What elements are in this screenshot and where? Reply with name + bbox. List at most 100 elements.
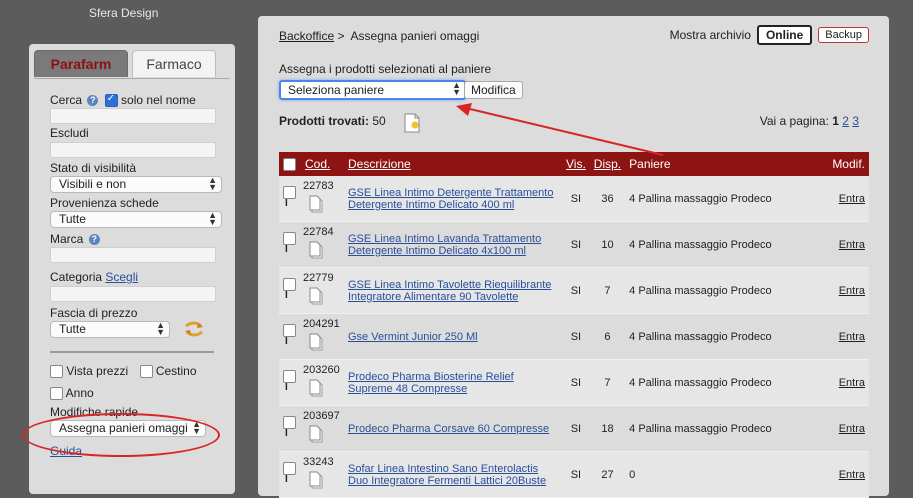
stato-label: Stato di visibilità bbox=[50, 161, 137, 175]
row-checkbox[interactable] bbox=[283, 231, 296, 245]
new-document-icon[interactable] bbox=[403, 113, 421, 133]
product-link[interactable]: GSE Linea Intimo Tavolette Riequilibrant… bbox=[348, 279, 551, 303]
marca-input[interactable] bbox=[50, 247, 216, 263]
categoria-input[interactable] bbox=[50, 286, 216, 302]
cestino-checkbox[interactable] bbox=[139, 365, 153, 379]
disp-cell: 7 bbox=[589, 267, 626, 314]
col-disp[interactable]: Disp. bbox=[589, 152, 626, 176]
fascia-select[interactable]: Tutte ▲ ▼ bbox=[50, 321, 170, 338]
row-select-cell: I bbox=[279, 313, 301, 360]
modif-cell: Entra bbox=[803, 267, 869, 314]
cestino-label: Cestino bbox=[155, 364, 197, 378]
cod-cell: 204291 bbox=[301, 313, 344, 360]
solo-nome-checkbox[interactable] bbox=[104, 93, 118, 108]
breadcrumb-sep: > bbox=[337, 29, 345, 43]
modifica-button[interactable]: Modifica bbox=[464, 81, 523, 99]
mostra-archivio-label: Mostra archivio bbox=[669, 28, 751, 42]
product-link[interactable]: GSE Linea Intimo Lavanda Trattamento Det… bbox=[348, 233, 541, 257]
entra-link[interactable]: Entra bbox=[839, 423, 865, 435]
modif-cell: Entra bbox=[803, 405, 869, 452]
document-icon[interactable] bbox=[309, 471, 323, 489]
product-link[interactable]: Prodeco Pharma Biosterine Relief Supreme… bbox=[348, 371, 514, 395]
document-icon[interactable] bbox=[309, 241, 323, 259]
anno-checkbox[interactable] bbox=[50, 387, 63, 401]
page-link[interactable]: 3 bbox=[852, 114, 859, 128]
vista-prezzi-checkbox[interactable] bbox=[50, 365, 63, 379]
cod-cell: 22779 bbox=[301, 267, 344, 314]
entra-link[interactable]: Entra bbox=[839, 331, 865, 343]
description-cell: GSE Linea Intimo Tavolette Riequilibrant… bbox=[344, 267, 562, 314]
disp-cell: 36 bbox=[589, 176, 626, 222]
row-checkbox[interactable] bbox=[283, 323, 296, 337]
entra-link[interactable]: Entra bbox=[839, 469, 865, 481]
paniere-select[interactable]: Seleziona paniere ▲ ▼ bbox=[279, 80, 466, 100]
vis-cell: SI bbox=[562, 451, 590, 498]
text-cursor-icon: I bbox=[285, 473, 288, 485]
archive-controls: Mostra archivio Online Backup bbox=[670, 25, 869, 45]
tab-parafarm[interactable]: Parafarm bbox=[34, 50, 128, 77]
select-arrows-icon: ▲ ▼ bbox=[208, 175, 217, 192]
entra-link[interactable]: Entra bbox=[839, 377, 865, 389]
page-current: 1 bbox=[832, 114, 839, 128]
provenienza-select[interactable]: Tutte ▲ ▼ bbox=[50, 211, 222, 228]
vis-cell: SI bbox=[562, 359, 590, 406]
entra-link[interactable]: Entra bbox=[839, 285, 865, 297]
paniere-select-value: Seleziona paniere bbox=[288, 83, 385, 97]
product-code: 33243 bbox=[303, 456, 334, 468]
escludi-input[interactable] bbox=[50, 142, 216, 158]
product-link[interactable]: Prodeco Pharma Corsave 60 Compresse bbox=[348, 423, 549, 435]
marca-label: Marca bbox=[50, 232, 84, 246]
fascia-label: Fascia di prezzo bbox=[50, 306, 138, 320]
modif-cell: Entra bbox=[803, 313, 869, 360]
product-link[interactable]: Sofar Linea Intestino Sano Enterolactis … bbox=[348, 463, 546, 487]
scegli-link[interactable]: Scegli bbox=[105, 270, 138, 284]
help-icon[interactable]: ? bbox=[88, 234, 100, 246]
col-descrizione[interactable]: Descrizione bbox=[344, 152, 562, 176]
table-row: I 22784 GSE Linea Intimo Lavanda Trattamen… bbox=[279, 221, 869, 268]
select-all-checkbox[interactable] bbox=[283, 158, 296, 172]
row-checkbox[interactable] bbox=[283, 185, 296, 199]
product-link[interactable]: Gse Vermint Junior 250 Ml bbox=[348, 331, 478, 343]
entra-link[interactable]: Entra bbox=[839, 239, 865, 251]
cod-cell: 203260 bbox=[301, 359, 344, 406]
row-checkbox[interactable] bbox=[283, 369, 296, 383]
document-icon[interactable] bbox=[309, 425, 323, 443]
breadcrumb: Backoffice > Assegna panieri omaggi bbox=[279, 29, 479, 43]
tabs: Parafarm Farmaco bbox=[34, 50, 230, 79]
help-icon[interactable]: ? bbox=[87, 95, 99, 107]
document-icon[interactable] bbox=[309, 195, 323, 213]
row-checkbox[interactable] bbox=[283, 415, 296, 429]
document-icon[interactable] bbox=[309, 333, 323, 351]
product-link[interactable]: GSE Linea Intimo Detergente Trattamento … bbox=[348, 187, 553, 211]
backup-button[interactable]: Backup bbox=[818, 27, 869, 43]
table-row: I 204291 Gse Vermint Junior 250 Ml SI 6 4 Pal… bbox=[279, 313, 869, 360]
col-cod[interactable]: Cod. bbox=[301, 152, 344, 176]
product-code: 22779 bbox=[303, 272, 334, 284]
document-icon[interactable] bbox=[309, 379, 323, 397]
paniere-cell: 4 Pallina massaggio Prodeco bbox=[625, 267, 804, 314]
reset-arrows-icon[interactable] bbox=[183, 321, 205, 337]
col-vis[interactable]: Vis. bbox=[562, 152, 590, 176]
breadcrumb-root[interactable]: Backoffice bbox=[279, 29, 334, 43]
cerca-row: Cerca ? solo nel nome bbox=[50, 93, 196, 108]
online-button[interactable]: Online bbox=[756, 25, 813, 45]
select-arrows-icon: ▲ ▼ bbox=[452, 80, 461, 97]
tab-farmaco[interactable]: Farmaco bbox=[132, 50, 216, 77]
pager: Vai a pagina: 1 2 3 bbox=[760, 114, 859, 128]
table-row: I 33243 Sofar Linea Intestino Sano Enterol… bbox=[279, 451, 869, 498]
cod-cell: 22783 bbox=[301, 176, 344, 222]
main-panel: Backoffice > Assegna panieri omaggi Most… bbox=[258, 16, 889, 498]
cod-cell: 203697 bbox=[301, 405, 344, 452]
row-checkbox[interactable] bbox=[283, 461, 296, 475]
cerca-input[interactable] bbox=[50, 108, 216, 124]
description-cell: GSE Linea Intimo Detergente Trattamento … bbox=[344, 176, 562, 222]
entra-link[interactable]: Entra bbox=[839, 193, 865, 205]
modif-cell: Entra bbox=[803, 221, 869, 268]
page-link[interactable]: 2 bbox=[842, 114, 849, 128]
annotation-ellipse bbox=[22, 413, 220, 457]
document-icon[interactable] bbox=[309, 287, 323, 305]
provenienza-value: Tutte bbox=[59, 212, 86, 226]
paniere-cell: 4 Pallina massaggio Prodeco bbox=[625, 405, 804, 452]
row-checkbox[interactable] bbox=[283, 277, 296, 291]
stato-select[interactable]: Visibili e non ▲ ▼ bbox=[50, 176, 222, 193]
